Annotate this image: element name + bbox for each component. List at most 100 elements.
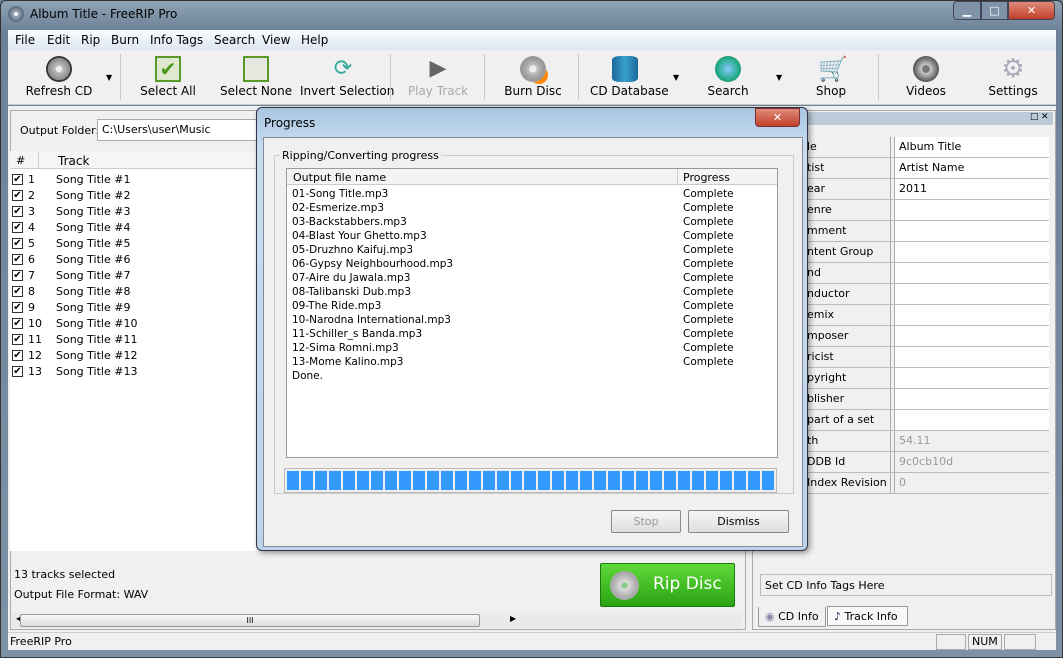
track-checkbox[interactable]: ✔ — [12, 334, 23, 345]
progress-segment — [370, 471, 383, 490]
info-value[interactable] — [894, 284, 1049, 304]
progress-segment — [664, 471, 677, 490]
output-folder-input[interactable]: C:\Users\user\Music — [97, 119, 257, 141]
horizontal-scrollbar[interactable]: ◀ III ▶ — [12, 613, 742, 628]
info-value[interactable] — [894, 242, 1049, 262]
refresh-cd-dropdown[interactable]: ▼ — [106, 73, 112, 82]
progress-segment — [300, 471, 313, 490]
track-checkbox[interactable]: ✔ — [12, 254, 23, 265]
menu-burn[interactable]: Burn — [111, 33, 139, 47]
menu-info-tags[interactable]: Info Tags — [150, 33, 203, 47]
panel-close-icon[interactable]: ✕ — [1041, 112, 1049, 122]
track-number: 2 — [28, 189, 35, 202]
col-output-file[interactable]: Output file name — [293, 171, 386, 184]
track-row[interactable]: ✔ 9 Song Title #9 — [12, 300, 252, 316]
col-progress[interactable]: Progress — [683, 171, 730, 184]
track-checkbox[interactable]: ✔ — [12, 222, 23, 233]
progress-row: 10-Narodna International.mp3 Complete — [292, 314, 772, 328]
info-value[interactable]: Album Title — [894, 137, 1049, 157]
play-track-button[interactable]: ▶ Play Track — [406, 50, 470, 105]
select-all-button[interactable]: ✔ Select All — [136, 50, 200, 105]
stop-button[interactable]: Stop — [611, 510, 681, 533]
menu-view[interactable]: View — [262, 33, 290, 47]
info-value[interactable] — [894, 326, 1049, 346]
progress-status: Complete — [683, 188, 734, 200]
progress-segment — [622, 471, 635, 490]
track-row[interactable]: ✔ 2 Song Title #2 — [12, 188, 252, 204]
scroll-right-arrow[interactable]: ▶ — [510, 614, 516, 623]
videos-button[interactable]: Videos — [896, 50, 956, 105]
info-value[interactable]: Artist Name — [894, 158, 1049, 178]
cd-database-dropdown[interactable]: ▼ — [673, 73, 679, 82]
info-value[interactable] — [894, 221, 1049, 241]
track-row[interactable]: ✔ 3 Song Title #3 — [12, 204, 252, 220]
info-value[interactable] — [894, 368, 1049, 388]
track-row[interactable]: ✔ 5 Song Title #5 — [12, 236, 252, 252]
track-checkbox[interactable]: ✔ — [12, 238, 23, 249]
info-value[interactable] — [894, 263, 1049, 283]
panel-float-icon[interactable]: □ — [1030, 112, 1039, 122]
dialog-close-button[interactable]: ✕ — [755, 108, 800, 127]
dismiss-button[interactable]: Dismiss — [688, 510, 789, 533]
progress-list-header: Output file name Progress — [287, 169, 777, 185]
track-row[interactable]: ✔ 10 Song Title #10 — [12, 316, 252, 332]
menu-rip[interactable]: Rip — [81, 33, 100, 47]
tab-cd-info[interactable]: ◉ CD Info — [758, 607, 826, 627]
track-row[interactable]: ✔ 8 Song Title #8 — [12, 284, 252, 300]
minimize-button[interactable]: ▁ — [953, 1, 981, 20]
output-file: 02-Esmerize.mp3 — [292, 202, 385, 214]
menu-search[interactable]: Search — [214, 33, 255, 47]
track-checkbox[interactable]: ✔ — [12, 174, 23, 185]
status-text: FreeRIP Pro — [10, 635, 72, 648]
progress-segment — [426, 471, 439, 490]
track-title: Song Title #11 — [56, 333, 138, 346]
track-row[interactable]: ✔ 4 Song Title #4 — [12, 220, 252, 236]
track-row[interactable]: ✔ 6 Song Title #6 — [12, 252, 252, 268]
scroll-thumb[interactable]: III — [20, 614, 480, 627]
track-checkbox[interactable]: ✔ — [12, 318, 23, 329]
info-value[interactable] — [894, 389, 1049, 409]
track-row[interactable]: ✔ 13 Song Title #13 — [12, 364, 252, 380]
track-checkbox[interactable]: ✔ — [12, 302, 23, 313]
search-dropdown[interactable]: ▼ — [776, 73, 782, 82]
progress-status: Complete — [683, 258, 734, 270]
cd-database-button[interactable]: CD Database — [590, 50, 669, 105]
track-row[interactable]: ✔ 11 Song Title #11 — [12, 332, 252, 348]
menu-help[interactable]: Help — [301, 33, 328, 47]
track-checkbox[interactable]: ✔ — [12, 350, 23, 361]
close-button[interactable]: ✕ — [1008, 1, 1055, 20]
track-number: 5 — [28, 237, 35, 250]
info-value[interactable]: 2011 — [894, 179, 1049, 199]
track-row[interactable]: ✔ 12 Song Title #12 — [12, 348, 252, 364]
select-none-button[interactable]: Select None — [220, 50, 292, 105]
progress-segment — [608, 471, 621, 490]
track-checkbox[interactable]: ✔ — [12, 366, 23, 377]
track-checkbox[interactable]: ✔ — [12, 190, 23, 201]
progress-segment — [678, 471, 691, 490]
track-checkbox[interactable]: ✔ — [12, 206, 23, 217]
refresh-cd-button[interactable]: Refresh CD — [22, 50, 96, 105]
info-value[interactable] — [894, 347, 1049, 367]
track-checkbox[interactable]: ✔ — [12, 286, 23, 297]
menu-edit[interactable]: Edit — [47, 33, 70, 47]
invert-selection-button[interactable]: ⟳ Invert Selection — [300, 50, 394, 105]
info-value[interactable] — [894, 305, 1049, 325]
track-number: 8 — [28, 285, 35, 298]
maximize-button[interactable]: □ — [981, 1, 1008, 20]
col-track[interactable]: Track — [58, 154, 89, 168]
output-file: 10-Narodna International.mp3 — [292, 314, 451, 326]
tab-track-info[interactable]: ♪ Track Info — [827, 606, 908, 626]
shop-button[interactable]: 🛒 Shop — [806, 50, 856, 105]
col-number[interactable]: # — [16, 154, 25, 167]
track-checkbox[interactable]: ✔ — [12, 270, 23, 281]
settings-button[interactable]: ⚙ Settings — [983, 50, 1043, 105]
rip-disc-button[interactable]: Rip Disc — [600, 563, 735, 607]
menu-file[interactable]: File — [15, 33, 35, 47]
burn-disc-button[interactable]: Burn Disc — [502, 50, 564, 105]
search-button[interactable]: Search — [698, 50, 758, 105]
toolbar: Refresh CD ▼ ✔ Select All Select None ⟳ In… — [8, 50, 1056, 105]
info-value[interactable] — [894, 410, 1049, 430]
track-row[interactable]: ✔ 7 Song Title #7 — [12, 268, 252, 284]
info-value[interactable] — [894, 200, 1049, 220]
track-row[interactable]: ✔ 1 Song Title #1 — [12, 172, 252, 188]
